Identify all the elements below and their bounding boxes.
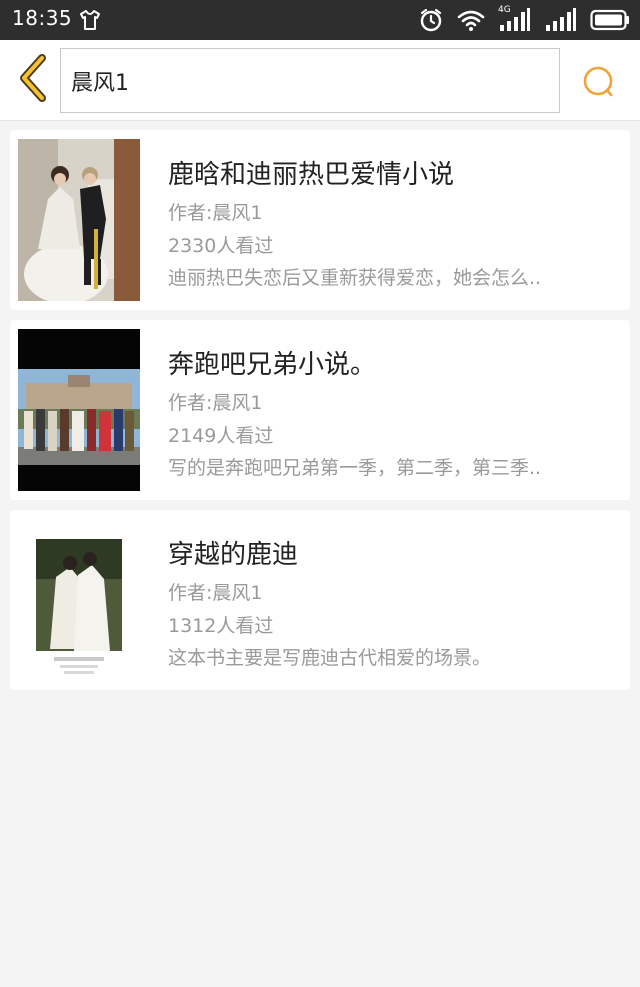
search-icon (580, 66, 616, 104)
result-title: 穿越的鹿迪 (168, 540, 299, 570)
tshirt-icon (78, 8, 102, 32)
book-cover-image (18, 519, 140, 681)
battery-icon (590, 8, 630, 32)
result-author: 作者:晨风1 (168, 582, 263, 604)
book-cover-image (18, 139, 140, 301)
result-author: 作者:晨风1 (168, 202, 263, 224)
status-bar: 18:35 4G (0, 0, 640, 40)
cell-signal-4g-icon: 4G (498, 5, 532, 33)
result-author: 作者:晨风1 (168, 392, 263, 414)
result-views: 2330人看过 (168, 235, 274, 257)
search-input[interactable] (60, 48, 560, 113)
chevron-left-icon (16, 53, 50, 107)
status-time: 18:35 (12, 6, 73, 30)
result-description: 写的是奔跑吧兄弟第一季，第二季，第三季.. (168, 457, 542, 479)
result-description: 迪丽热巴失恋后又重新获得爱恋，她会怎么.. (168, 267, 542, 289)
result-item[interactable]: 穿越的鹿迪 作者:晨风1 1312人看过 这本书主要是写鹿迪古代相爱的场景。 (10, 510, 630, 690)
result-description: 这本书主要是写鹿迪古代相爱的场景。 (168, 647, 492, 669)
search-button[interactable] (580, 64, 616, 100)
back-button[interactable] (10, 52, 56, 108)
result-views: 2149人看过 (168, 425, 274, 447)
wifi-icon (456, 8, 486, 32)
book-cover-image (18, 329, 140, 491)
search-header (0, 40, 640, 121)
result-title: 奔跑吧兄弟小说。 (168, 350, 377, 380)
cell-signal-icon (544, 7, 578, 33)
result-item[interactable]: 奔跑吧兄弟小说。 作者:晨风1 2149人看过 写的是奔跑吧兄弟第一季，第二季，… (10, 320, 630, 500)
result-title: 鹿晗和迪丽热巴爱情小说 (168, 160, 455, 190)
status-icons: 4G (418, 5, 630, 34)
result-views: 1312人看过 (168, 615, 274, 637)
alarm-icon (418, 7, 444, 33)
result-item[interactable]: 鹿晗和迪丽热巴爱情小说 作者:晨风1 2330人看过 迪丽热巴失恋后又重新获得爱… (10, 130, 630, 310)
